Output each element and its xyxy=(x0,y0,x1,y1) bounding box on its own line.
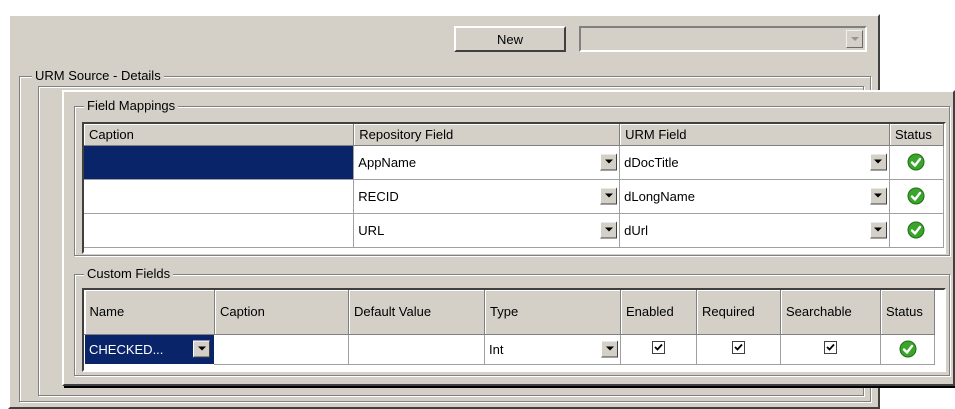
enabled-checkbox[interactable] xyxy=(652,341,665,354)
green-check-icon xyxy=(899,340,916,358)
green-check-icon xyxy=(907,153,925,171)
caption-cell[interactable] xyxy=(84,213,355,248)
chevron-down-icon xyxy=(874,159,883,164)
repository-field-dropdown-button[interactable] xyxy=(600,187,618,205)
column-header-type[interactable]: Type xyxy=(484,290,621,335)
repository-field-value: URL xyxy=(358,222,385,238)
column-header-urm-field[interactable]: URM Field xyxy=(619,124,890,146)
searchable-checkbox[interactable] xyxy=(824,341,837,354)
type-value: Int xyxy=(489,341,504,357)
table-row: AppName dDocTitle xyxy=(84,145,945,180)
repository-field-value: AppName xyxy=(358,154,417,170)
urm-field-value: dUrl xyxy=(624,222,648,238)
column-header-status[interactable]: Status xyxy=(889,124,945,146)
caption-cell[interactable] xyxy=(84,145,355,180)
status-cell xyxy=(889,213,945,248)
caption-cell[interactable] xyxy=(214,334,349,365)
caption-cell[interactable] xyxy=(84,179,355,214)
urm-field-dropdown-button[interactable] xyxy=(869,221,887,239)
chevron-down-icon xyxy=(604,193,613,198)
table-row: URL dUrl xyxy=(84,213,945,248)
urm-field-value: dDocTitle xyxy=(624,154,679,170)
required-cell xyxy=(696,334,781,365)
status-cell xyxy=(880,334,935,365)
checkmark-icon xyxy=(826,343,835,351)
repository-field-dropdown-button[interactable] xyxy=(600,221,618,239)
repository-field-cell[interactable]: AppName xyxy=(353,145,621,180)
custom-fields-table: Name Caption Default Value Type Enabled … xyxy=(84,290,935,365)
column-header-default-value[interactable]: Default Value xyxy=(348,290,485,335)
chevron-down-icon xyxy=(850,36,859,41)
chevron-down-icon xyxy=(197,346,206,351)
new-button[interactable]: New xyxy=(454,26,566,52)
default-value-cell[interactable] xyxy=(348,334,485,365)
chevron-down-icon xyxy=(605,346,614,351)
green-check-icon xyxy=(907,221,925,239)
field-mappings-grid: Caption Repository Field URM Field Statu… xyxy=(82,122,946,254)
urm-source-details-label: URM Source - Details xyxy=(32,68,164,83)
chevron-down-icon xyxy=(604,227,613,232)
repository-field-cell[interactable]: URL xyxy=(353,213,621,248)
custom-fields-grid: Name Caption Default Value Type Enabled … xyxy=(82,288,946,372)
urm-field-dropdown-button[interactable] xyxy=(869,187,887,205)
type-cell[interactable]: Int xyxy=(484,334,621,365)
chevron-down-icon xyxy=(604,159,613,164)
checkmark-icon xyxy=(734,343,743,351)
chevron-down-icon xyxy=(874,227,883,232)
name-value: CHECKED... xyxy=(89,341,164,357)
enabled-cell xyxy=(620,334,697,365)
urm-field-cell[interactable]: dLongName xyxy=(619,179,890,214)
column-header-repository-field[interactable]: Repository Field xyxy=(353,124,621,146)
green-check-icon xyxy=(907,187,925,205)
field-mappings-panel: Field Mappings Caption Repository Field … xyxy=(62,90,955,386)
column-header-name[interactable]: Name xyxy=(84,290,215,335)
table-row: CHECKED... Int xyxy=(84,333,935,365)
repository-field-value: RECID xyxy=(358,188,399,204)
source-select[interactable] xyxy=(579,26,867,52)
status-cell xyxy=(889,179,945,214)
column-header-required[interactable]: Required xyxy=(696,290,781,335)
column-header-status[interactable]: Status xyxy=(880,290,935,335)
field-mappings-label: Field Mappings xyxy=(84,98,179,113)
checkmark-icon xyxy=(654,343,663,351)
repository-field-cell[interactable]: RECID xyxy=(353,179,621,214)
repository-field-dropdown-button[interactable] xyxy=(600,153,618,171)
status-cell xyxy=(889,145,945,180)
type-dropdown-button[interactable] xyxy=(601,340,618,358)
source-select-dropdown-button[interactable] xyxy=(846,30,863,48)
field-mappings-table: Caption Repository Field URM Field Statu… xyxy=(84,124,945,248)
urm-field-dropdown-button[interactable] xyxy=(869,153,887,171)
table-row: RECID dLongName xyxy=(84,179,945,214)
searchable-cell xyxy=(780,334,881,365)
custom-fields-label: Custom Fields xyxy=(84,266,174,281)
urm-field-value: dLongName xyxy=(624,188,695,204)
column-header-enabled[interactable]: Enabled xyxy=(620,290,697,335)
required-checkbox[interactable] xyxy=(732,341,745,354)
name-cell[interactable]: CHECKED... xyxy=(84,333,215,365)
new-button-label: New xyxy=(496,31,523,47)
name-dropdown-button[interactable] xyxy=(193,340,210,358)
column-header-caption[interactable]: Caption xyxy=(214,290,349,335)
chevron-down-icon xyxy=(874,193,883,198)
column-header-searchable[interactable]: Searchable xyxy=(780,290,881,335)
column-header-caption[interactable]: Caption xyxy=(84,124,355,146)
urm-field-cell[interactable]: dDocTitle xyxy=(619,145,890,180)
urm-field-cell[interactable]: dUrl xyxy=(619,213,890,248)
